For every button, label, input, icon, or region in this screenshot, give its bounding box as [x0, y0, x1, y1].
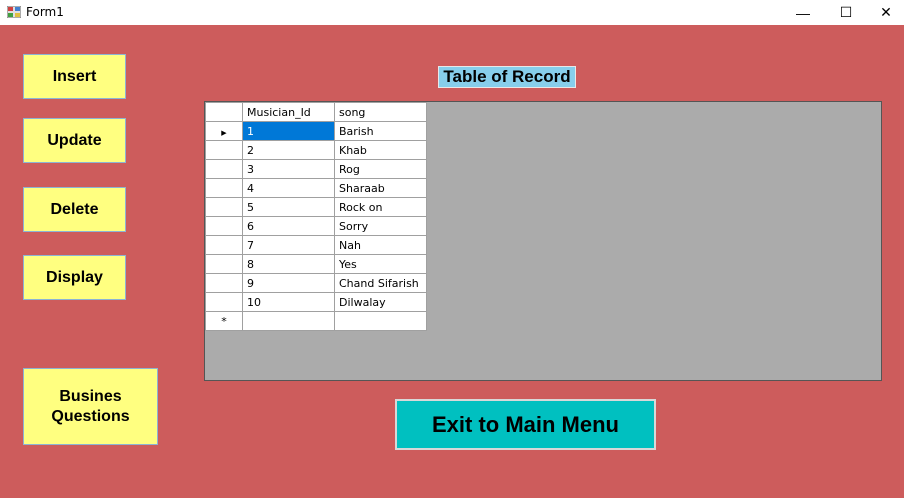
new-row-icon: * [205, 311, 243, 331]
table-row[interactable]: 4 Sharaab [205, 178, 427, 198]
table-row[interactable]: 3 Rog [205, 159, 427, 179]
cell-song[interactable]: Yes [334, 254, 427, 274]
update-button[interactable]: Update [23, 118, 126, 163]
table-heading: Table of Record [438, 66, 576, 88]
cell-musician-id[interactable]: 4 [242, 178, 335, 198]
delete-button[interactable]: Delete [23, 187, 126, 232]
cell-musician-id[interactable]: 5 [242, 197, 335, 217]
row-header[interactable] [205, 140, 243, 160]
row-header[interactable] [205, 216, 243, 236]
cell-song[interactable]: Rock on [334, 197, 427, 217]
cell-song[interactable]: Sharaab [334, 178, 427, 198]
row-header[interactable] [205, 197, 243, 217]
close-button[interactable]: ✕ [866, 0, 904, 25]
records-grid[interactable]: Musician_Id song ▶ 1 Barish 2 Khab 3 Rog [204, 101, 882, 381]
new-row[interactable]: * [205, 311, 427, 331]
table-row[interactable]: ▶ 1 Barish [205, 121, 427, 141]
maximize-button[interactable]: ☐ [826, 0, 866, 25]
business-questions-button[interactable]: Busines Questions [23, 368, 158, 445]
cell-musician-id[interactable]: 1 [242, 121, 335, 141]
row-header[interactable] [205, 235, 243, 255]
cell-song[interactable]: Rog [334, 159, 427, 179]
table-row[interactable]: 7 Nah [205, 235, 427, 255]
cell-musician-id[interactable]: 6 [242, 216, 335, 236]
row-header[interactable] [205, 292, 243, 312]
minimize-icon: — [796, 4, 810, 21]
records-table: Musician_Id song ▶ 1 Barish 2 Khab 3 Rog [205, 102, 427, 331]
cell-musician-id[interactable]: 3 [242, 159, 335, 179]
window-title: Form1 [26, 5, 64, 19]
row-header[interactable] [205, 273, 243, 293]
table-row[interactable]: 9 Chand Sifarish [205, 273, 427, 293]
exit-to-main-menu-button[interactable]: Exit to Main Menu [395, 399, 656, 450]
title-bar: Form1 — ☐ ✕ [0, 0, 904, 25]
insert-button[interactable]: Insert [23, 54, 126, 99]
cell-musician-id[interactable]: 10 [242, 292, 335, 312]
display-button[interactable]: Display [23, 255, 126, 300]
current-row-icon: ▶ [205, 121, 243, 141]
maximize-icon: ☐ [839, 4, 853, 20]
cell-musician-id[interactable]: 8 [242, 254, 335, 274]
cell-song[interactable]: Barish [334, 121, 427, 141]
table-row[interactable]: 10 Dilwalay [205, 292, 427, 312]
table-row[interactable]: 8 Yes [205, 254, 427, 274]
column-header-song[interactable]: song [334, 102, 427, 122]
cell-song[interactable]: Sorry [334, 216, 427, 236]
table-row[interactable]: 6 Sorry [205, 216, 427, 236]
cell-musician-id[interactable]: 2 [242, 140, 335, 160]
table-row[interactable]: 5 Rock on [205, 197, 427, 217]
row-header[interactable] [205, 178, 243, 198]
cell-song[interactable]: Chand Sifarish [334, 273, 427, 293]
cell-musician-id[interactable]: 9 [242, 273, 335, 293]
new-row-song-cell[interactable] [334, 311, 427, 331]
cell-musician-id[interactable]: 7 [242, 235, 335, 255]
business-questions-line1: Busines [59, 387, 122, 405]
minimize-button[interactable]: — [783, 0, 823, 25]
cell-song[interactable]: Khab [334, 140, 427, 160]
app-icon [7, 6, 21, 18]
close-icon: ✕ [880, 4, 892, 20]
cell-song[interactable]: Dilwalay [334, 292, 427, 312]
table-row[interactable]: 2 Khab [205, 140, 427, 160]
header-row: Musician_Id song [205, 102, 427, 122]
row-header[interactable] [205, 159, 243, 179]
cell-song[interactable]: Nah [334, 235, 427, 255]
business-questions-line2: Questions [51, 407, 130, 425]
new-row-musician-id-cell[interactable] [242, 311, 335, 331]
row-header[interactable] [205, 254, 243, 274]
row-header-corner [205, 102, 243, 122]
column-header-musician-id[interactable]: Musician_Id [242, 102, 335, 122]
